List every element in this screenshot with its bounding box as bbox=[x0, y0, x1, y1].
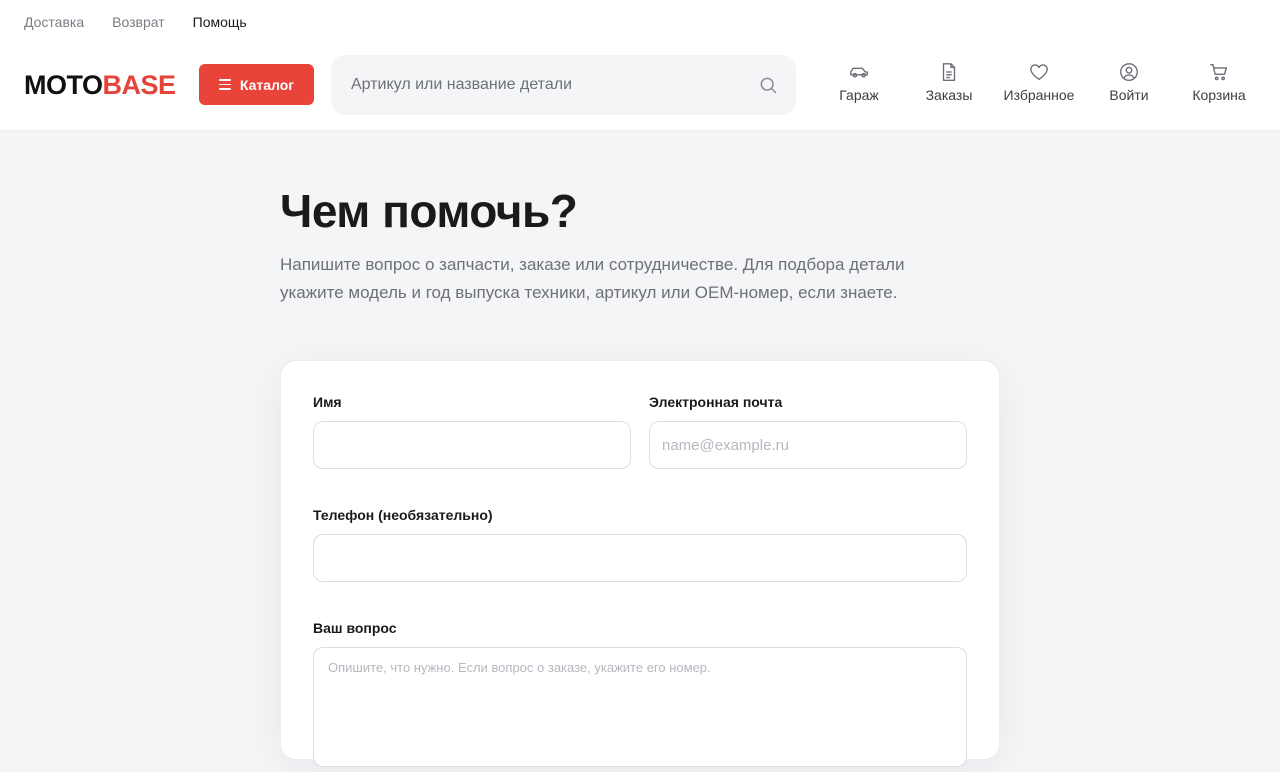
page-intro: Напишите вопрос о запчасти, заказе или с… bbox=[280, 255, 905, 302]
garage-link[interactable]: Гараж bbox=[814, 61, 904, 103]
search-icon[interactable] bbox=[758, 75, 778, 95]
form-row-name-email: Имя Электронная почта bbox=[313, 394, 967, 469]
email-field-group: Электронная почта bbox=[649, 394, 967, 469]
user-icon bbox=[1120, 63, 1138, 81]
favorites-label: Избранное bbox=[1003, 87, 1075, 103]
cart-label: Корзина bbox=[1192, 87, 1246, 103]
document-icon bbox=[942, 63, 956, 81]
email-input[interactable] bbox=[649, 421, 967, 469]
menu-icon bbox=[218, 79, 231, 90]
name-field-group: Имя bbox=[313, 394, 631, 469]
cart-link[interactable]: Корзина bbox=[1174, 61, 1264, 103]
phone-field-group: Телефон (необязательно) bbox=[313, 507, 967, 582]
catalog-button-label: Каталог bbox=[239, 76, 295, 93]
top-nav: Доставка Возврат Помощь bbox=[24, 14, 247, 30]
favorites-link[interactable]: Избранное bbox=[994, 61, 1084, 103]
heart-icon bbox=[1030, 64, 1048, 81]
logo-part-base: BASE bbox=[102, 70, 177, 100]
page-title: Чем помочь? bbox=[280, 185, 578, 237]
question-textarea[interactable] bbox=[313, 647, 967, 767]
nav-link-return[interactable]: Возврат bbox=[112, 14, 165, 30]
search-input[interactable] bbox=[351, 76, 758, 94]
name-input[interactable] bbox=[313, 421, 631, 469]
nav-link-delivery[interactable]: Доставка bbox=[24, 14, 84, 30]
phone-label: Телефон (необязательно) bbox=[313, 507, 493, 523]
catalog-button[interactable]: Каталог bbox=[199, 64, 314, 105]
nav-link-help[interactable]: Помощь bbox=[193, 14, 247, 30]
orders-link[interactable]: Заказы bbox=[904, 61, 994, 103]
orders-label: Заказы bbox=[925, 87, 973, 103]
car-icon bbox=[850, 67, 868, 78]
cart-icon bbox=[1210, 63, 1228, 81]
name-label: Имя bbox=[313, 394, 342, 410]
logo-part-moto: MOTO bbox=[24, 70, 103, 100]
email-label: Электронная почта bbox=[649, 394, 783, 410]
question-label: Ваш вопрос bbox=[313, 620, 397, 636]
help-intro: Чем помочь? Напишите вопрос о запчасти, … bbox=[280, 185, 1000, 307]
login-link[interactable]: Войти bbox=[1084, 61, 1174, 103]
search-bar bbox=[331, 55, 796, 115]
login-label: Войти bbox=[1109, 87, 1149, 103]
question-field-group: Ваш вопрос bbox=[313, 620, 967, 772]
site-header: Доставка Возврат Помощь MOTOBASE Каталог… bbox=[0, 0, 1280, 131]
logo[interactable]: MOTOBASE bbox=[24, 70, 176, 100]
garage-label: Гараж bbox=[839, 87, 879, 103]
phone-input[interactable] bbox=[313, 534, 967, 582]
contact-form: Имя Электронная почта Телефон (необязате… bbox=[280, 360, 1000, 767]
header-icon-nav: Гараж Заказы Избранное Войти Корзина bbox=[814, 61, 1264, 103]
